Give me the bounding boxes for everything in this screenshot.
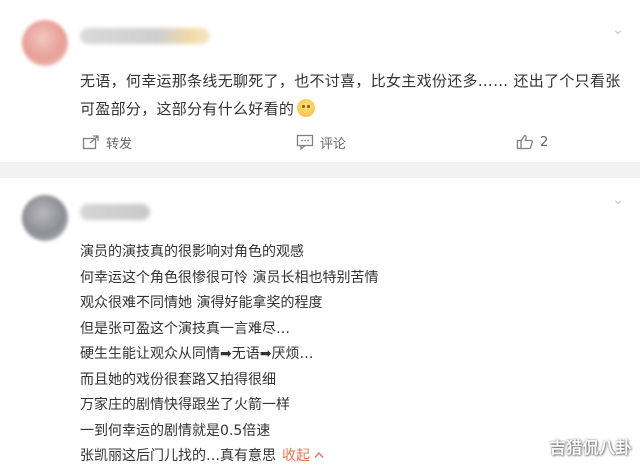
comment-body: 无语，何幸运那条线无聊死了，也不讨喜，比女主戏份还多…… 还出了个只看张可盈部分… [80, 72, 621, 118]
comment-line: 一到何幸运的剧情就是0.5倍速 [80, 422, 271, 439]
share-icon [82, 135, 99, 150]
comment-line: 但是张可盈这个演技真一言难尽… [80, 320, 290, 337]
collapse-link[interactable]: 收起 [282, 448, 324, 464]
chevron-up-icon [314, 451, 324, 458]
comment-card-2: ⌄ 演员的演技真的很影响对角色的观感 何幸运这个角色很惨很可怜 演员长相也特别苦… [0, 178, 640, 468]
comment-text: 无语，何幸运那条线无聊死了，也不讨喜，比女主戏份还多…… 还出了个只看张可盈部分… [80, 67, 625, 123]
share-label: 转发 [106, 136, 133, 152]
comment-line: 张凯丽这后门儿找的…真有意思 [80, 448, 276, 464]
comment-line: 万家庄的剧情快得跟坐了火箭一样 [80, 397, 290, 413]
chevron-down-icon[interactable]: ⌄ [610, 22, 626, 38]
comment-icon [296, 134, 314, 150]
avatar[interactable] [22, 195, 68, 241]
chevron-down-icon[interactable]: ⌄ [610, 192, 626, 208]
comment-line: 而且她的戏份很套路又拍得很细 [80, 371, 276, 388]
avatar[interactable] [22, 20, 68, 66]
comment-last-line: 张凯丽这后门儿找的…真有意思 收起 [80, 444, 625, 470]
comment-line: 何幸运这个角色很惨很可怜 演员长相也特别苦情 [80, 269, 379, 286]
like-button[interactable]: 2 [516, 128, 548, 156]
collapse-label: 收起 [282, 448, 310, 464]
section-divider [0, 162, 640, 178]
comment-label: 评论 [320, 136, 347, 152]
username-blurred[interactable] [80, 28, 210, 44]
comment-actions: 转发 评论 2 [0, 128, 640, 156]
comment-line: 演员的演技真的很影响对角色的观感 [80, 244, 304, 260]
comment-line: 硬生生能让观众从同情➡无语➡厌烦… [80, 346, 314, 362]
like-count: 2 [540, 134, 549, 150]
watermark: 吉猎侃八卦 [549, 438, 632, 457]
comment-line: 观众很难不同情她 演得好能拿奖的程度 [80, 295, 323, 311]
thumbs-up-icon [516, 134, 533, 150]
username-blurred[interactable] [80, 204, 150, 220]
comment-card-1: ⌄ 无语，何幸运那条线无聊死了，也不讨喜，比女主戏份还多…… 还出了个只看张可盈… [0, 0, 640, 162]
smile-emoji-icon [297, 99, 316, 117]
share-button[interactable]: 转发 [82, 128, 132, 156]
reply-button[interactable]: 评论 [296, 128, 346, 156]
comment-text: 演员的演技真的很影响对角色的观感 何幸运这个角色很惨很可怜 演员长相也特别苦情 … [80, 240, 625, 470]
